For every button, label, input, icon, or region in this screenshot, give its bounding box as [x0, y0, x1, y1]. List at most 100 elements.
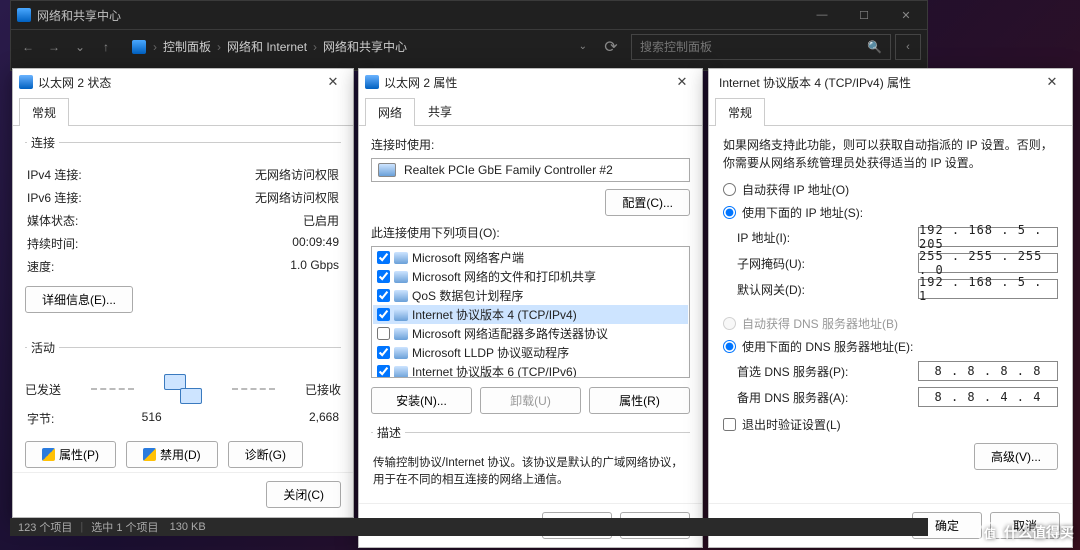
- list-item[interactable]: Microsoft 网络适配器多路传送器协议: [373, 324, 688, 343]
- status-bar: 123 个项目 | 选中 1 个项目 130 KB: [10, 518, 928, 536]
- component-icon: [394, 366, 408, 378]
- subnet-mask-input[interactable]: 255 . 255 . 255 . 0: [918, 253, 1058, 273]
- breadcrumb[interactable]: › 控制面板 › 网络和 Internet › 网络和共享中心: [129, 38, 410, 55]
- close-button[interactable]: ✕: [885, 1, 927, 29]
- app-icon: [17, 8, 31, 22]
- item-checkbox[interactable]: [377, 327, 390, 340]
- sent-value: 516: [142, 410, 162, 427]
- dialog-close-button[interactable]: ✕: [1038, 74, 1066, 90]
- bc-arrow: ›: [217, 40, 221, 54]
- item-checkbox[interactable]: [377, 365, 390, 378]
- breadcrumb-icon: [132, 40, 146, 54]
- item-checkbox[interactable]: [377, 308, 390, 321]
- address-dropdown[interactable]: ⌄: [569, 41, 597, 52]
- search-input[interactable]: [640, 40, 867, 54]
- intro-text: 如果网络支持此功能，则可以获取自动指派的 IP 设置。否则，你需要从网络系统管理…: [709, 126, 1072, 178]
- list-item[interactable]: Microsoft LLDP 协议驱动程序: [373, 343, 688, 362]
- up-button[interactable]: ↑: [95, 36, 117, 58]
- dialog-icon: [365, 75, 379, 89]
- bytes-label: 字节:: [27, 410, 54, 427]
- configure-button[interactable]: 配置(C)...: [605, 189, 690, 216]
- item-checkbox[interactable]: [377, 251, 390, 264]
- dialog-close-button[interactable]: ✕: [668, 74, 696, 90]
- watermark: 值什么值得买: [978, 522, 1074, 546]
- recent-button[interactable]: ⌄: [69, 36, 91, 58]
- ipv6-label: IPv6 连接:: [27, 189, 82, 206]
- refresh-button[interactable]: ⟳: [597, 37, 625, 57]
- item-label: Internet 协议版本 6 (TCP/IPv6): [412, 363, 577, 378]
- gateway-label: 默认网关(D):: [737, 281, 918, 298]
- validate-label: 退出时验证设置(L): [742, 416, 841, 433]
- nav-extra-button[interactable]: ‹: [895, 34, 921, 60]
- details-button[interactable]: 详细信息(E)...: [25, 286, 133, 313]
- breadcrumb-item[interactable]: 网络和共享中心: [323, 38, 407, 55]
- duration-label: 持续时间:: [27, 235, 78, 252]
- close-dialog-button[interactable]: 关闭(C): [266, 481, 341, 508]
- shield-icon: [42, 448, 55, 461]
- install-button[interactable]: 安装(N)...: [371, 387, 472, 414]
- radio-static-dns[interactable]: [723, 340, 736, 353]
- tab-general[interactable]: 常规: [19, 98, 69, 126]
- component-icon: [394, 309, 408, 321]
- connection-section: 连接: [27, 134, 59, 151]
- list-item[interactable]: Microsoft 网络客户端: [373, 248, 688, 267]
- search-box[interactable]: 🔍: [631, 34, 891, 60]
- speed-value: 1.0 Gbps: [290, 258, 339, 275]
- search-icon: 🔍: [867, 40, 882, 54]
- forward-button[interactable]: →: [43, 36, 65, 58]
- preferred-dns-label: 首选 DNS 服务器(P):: [737, 363, 918, 380]
- bc-arrow: ›: [313, 40, 317, 54]
- ip-address-input[interactable]: 192 . 168 . 5 . 205: [918, 227, 1058, 247]
- list-item[interactable]: Internet 协议版本 4 (TCP/IPv4): [373, 305, 688, 324]
- radio-static-ip-label: 使用下面的 IP 地址(S):: [742, 204, 863, 221]
- validate-checkbox[interactable]: [723, 418, 736, 431]
- radio-auto-dns: [723, 317, 736, 330]
- list-item[interactable]: QoS 数据包计划程序: [373, 286, 688, 305]
- media-value: 已启用: [303, 212, 339, 229]
- radio-static-dns-label: 使用下面的 DNS 服务器地址(E):: [742, 338, 913, 355]
- item-count: 123 个项目: [18, 519, 72, 535]
- network-items-list[interactable]: Microsoft 网络客户端Microsoft 网络的文件和打印机共享QoS …: [371, 246, 690, 378]
- disable-button[interactable]: 禁用(D): [126, 441, 218, 468]
- nic-icon: [378, 163, 396, 177]
- speed-label: 速度:: [27, 258, 54, 275]
- breadcrumb-item[interactable]: 网络和 Internet: [227, 38, 307, 55]
- connect-using-label: 连接时使用:: [359, 126, 702, 155]
- radio-auto-ip[interactable]: [723, 183, 736, 196]
- maximize-button[interactable]: ☐: [843, 1, 885, 29]
- dialog-close-button[interactable]: ✕: [319, 74, 347, 90]
- back-button[interactable]: ←: [17, 36, 39, 58]
- component-icon: [394, 252, 408, 264]
- duration-value: 00:09:49: [292, 235, 339, 252]
- gateway-input[interactable]: 192 . 168 . 5 . 1: [918, 279, 1058, 299]
- ipv6-value: 无网络访问权限: [255, 189, 339, 206]
- nav-bar: ← → ⌄ ↑ › 控制面板 › 网络和 Internet › 网络和共享中心 …: [11, 29, 927, 63]
- component-icon: [394, 347, 408, 359]
- diagnose-button[interactable]: 诊断(G): [228, 441, 303, 468]
- breadcrumb-item[interactable]: 控制面板: [163, 38, 211, 55]
- item-checkbox[interactable]: [377, 289, 390, 302]
- tab-networking[interactable]: 网络: [365, 98, 415, 126]
- item-label: Microsoft 网络客户端: [412, 249, 524, 266]
- uninstall-button[interactable]: 卸载(U): [480, 387, 581, 414]
- preferred-dns-input[interactable]: 8 . 8 . 8 . 8: [918, 361, 1058, 381]
- media-label: 媒体状态:: [27, 212, 78, 229]
- tab-sharing[interactable]: 共享: [415, 97, 465, 125]
- item-checkbox[interactable]: [377, 270, 390, 283]
- radio-auto-ip-label: 自动获得 IP 地址(O): [742, 181, 849, 198]
- radio-static-ip[interactable]: [723, 206, 736, 219]
- selection-info: 选中 1 个项目: [91, 519, 158, 535]
- activity-section: 活动: [27, 339, 59, 356]
- shield-icon: [143, 448, 156, 461]
- item-properties-button[interactable]: 属性(R): [589, 387, 690, 414]
- list-item[interactable]: Internet 协议版本 6 (TCP/IPv6): [373, 362, 688, 378]
- alternate-dns-input[interactable]: 8 . 8 . 4 . 4: [918, 387, 1058, 407]
- list-item[interactable]: Microsoft 网络的文件和打印机共享: [373, 267, 688, 286]
- item-checkbox[interactable]: [377, 346, 390, 359]
- component-icon: [394, 290, 408, 302]
- properties-button[interactable]: 属性(P): [25, 441, 116, 468]
- minimize-button[interactable]: —: [801, 1, 843, 29]
- ethernet-properties-dialog: 以太网 2 属性 ✕ 网络 共享 连接时使用: Realtek PCIe GbE…: [358, 68, 703, 548]
- tab-general[interactable]: 常规: [715, 98, 765, 126]
- advanced-button[interactable]: 高级(V)...: [974, 443, 1058, 470]
